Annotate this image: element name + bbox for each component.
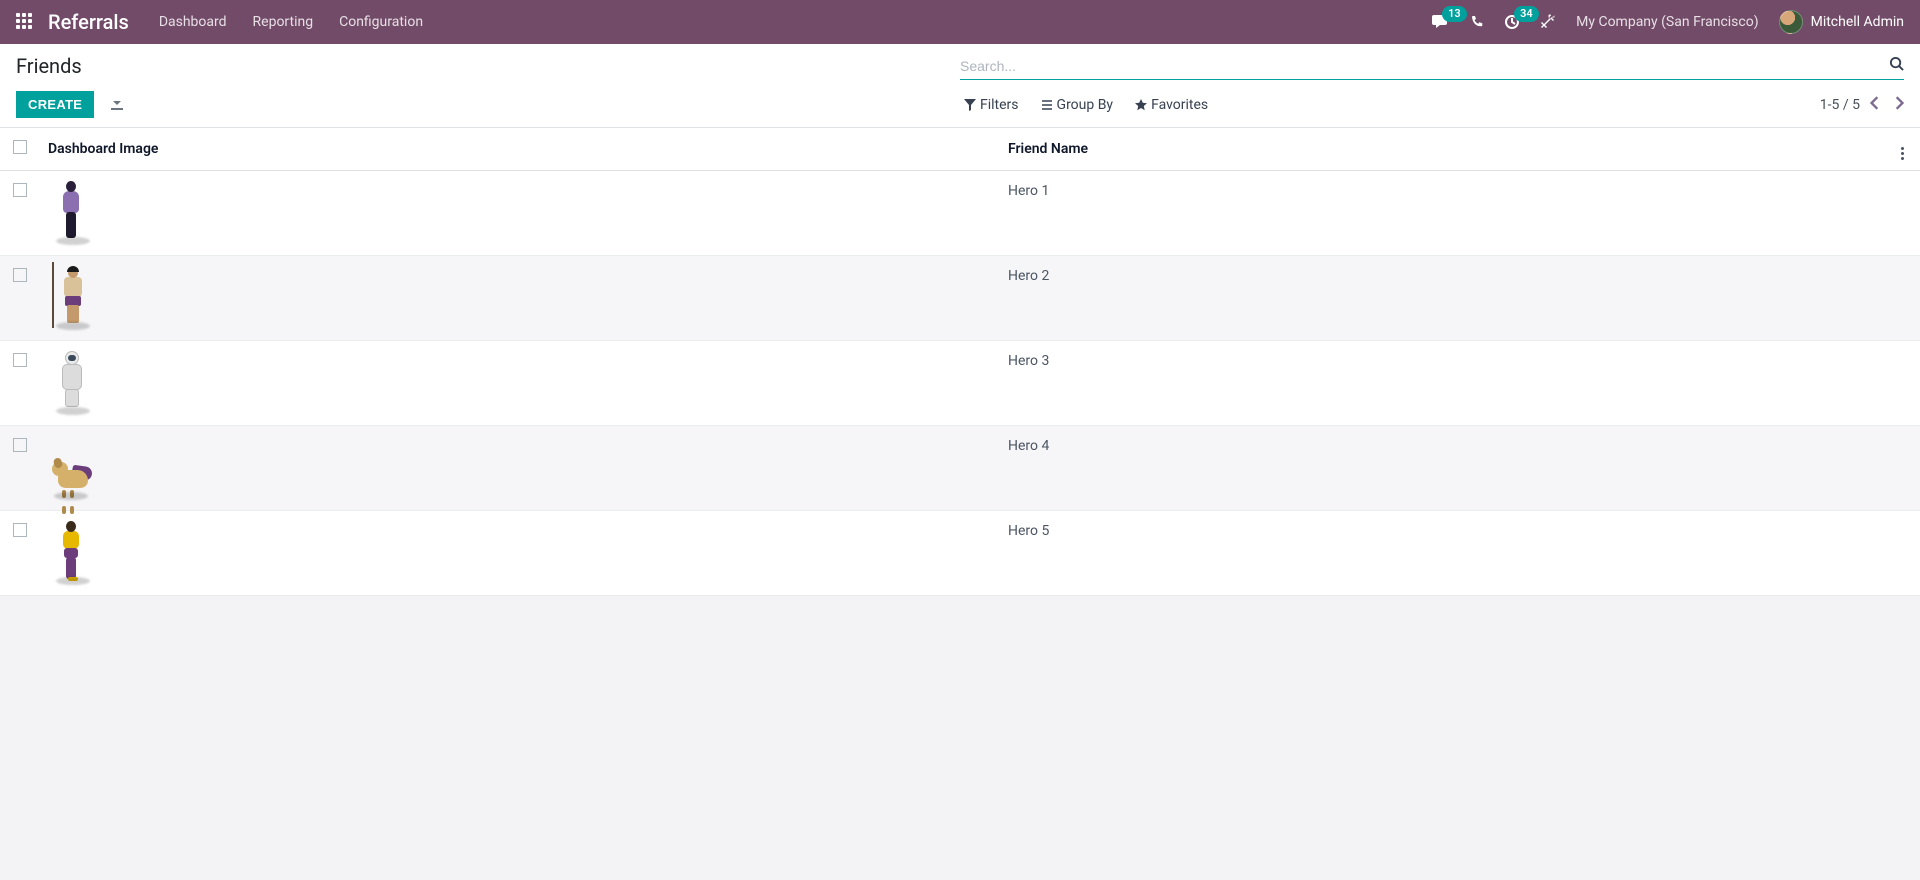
page-title: Friends [16, 54, 82, 78]
row-image-cell [40, 256, 1000, 341]
hero-figure [52, 458, 96, 498]
hero-figure [54, 349, 90, 413]
table-row[interactable]: Hero 2 [0, 256, 1920, 341]
friend-name: Hero 4 [1008, 434, 1876, 454]
favorites-label: Favorites [1151, 97, 1208, 113]
activities-badge: 34 [1514, 6, 1539, 22]
row-image-cell [40, 341, 1000, 426]
search-icon[interactable] [1881, 56, 1904, 75]
column-header-name[interactable]: Friend Name [1000, 128, 1884, 171]
search-input[interactable] [960, 58, 1881, 74]
export-button[interactable] [102, 90, 132, 119]
table-row[interactable]: Hero 1 [0, 171, 1920, 256]
table-row[interactable]: Hero 3 [0, 341, 1920, 426]
pager-next-icon[interactable] [1894, 96, 1904, 114]
menu-dashboard[interactable]: Dashboard [159, 14, 227, 30]
hero-figure [54, 179, 90, 243]
select-all-checkbox[interactable] [13, 140, 27, 154]
activities-icon[interactable]: 34 [1504, 14, 1520, 30]
menu-configuration[interactable]: Configuration [339, 14, 423, 30]
debug-icon[interactable] [1540, 14, 1556, 30]
row-image-cell [40, 171, 1000, 256]
pager-text[interactable]: 1-5 / 5 [1820, 97, 1860, 113]
avatar [1779, 10, 1803, 34]
favorites-button[interactable]: Favorites [1135, 97, 1208, 113]
friend-name: Hero 2 [1008, 264, 1876, 284]
columns-menu-icon[interactable] [1901, 147, 1904, 160]
menu-reporting[interactable]: Reporting [253, 14, 314, 30]
row-name-cell: Hero 2 [1000, 256, 1884, 341]
company-selector[interactable]: My Company (San Francisco) [1576, 14, 1758, 30]
main-menu: Dashboard Reporting Configuration [159, 14, 423, 30]
column-header-image[interactable]: Dashboard Image [40, 128, 1000, 171]
groupby-button[interactable]: Group By [1041, 97, 1114, 113]
row-checkbox[interactable] [13, 523, 27, 537]
control-panel: Friends CREATE Filters [0, 44, 1920, 128]
top-navbar: Referrals Dashboard Reporting Configurat… [0, 0, 1920, 44]
pager-prev-icon[interactable] [1870, 96, 1880, 114]
row-name-cell: Hero 4 [1000, 426, 1884, 511]
create-button[interactable]: CREATE [16, 91, 94, 118]
phone-icon[interactable] [1470, 15, 1484, 29]
friends-table: Dashboard Image Friend Name Hero 1 Hero 2… [0, 128, 1920, 596]
row-checkbox[interactable] [13, 438, 27, 452]
search-bar[interactable] [960, 52, 1904, 80]
table-row[interactable]: Hero 5 [0, 511, 1920, 596]
row-name-cell: Hero 3 [1000, 341, 1884, 426]
app-brand[interactable]: Referrals [48, 10, 129, 34]
user-name: Mitchell Admin [1811, 14, 1904, 30]
user-menu[interactable]: Mitchell Admin [1779, 10, 1904, 34]
hero-figure [54, 264, 90, 328]
pager: 1-5 / 5 [1820, 96, 1904, 114]
row-image-cell [40, 426, 1000, 511]
messages-badge: 13 [1442, 6, 1467, 22]
row-checkbox[interactable] [13, 183, 27, 197]
friend-name: Hero 3 [1008, 349, 1876, 369]
friend-name: Hero 5 [1008, 519, 1876, 539]
apps-icon[interactable] [16, 13, 34, 31]
filters-button[interactable]: Filters [964, 97, 1019, 113]
filters-label: Filters [980, 97, 1019, 113]
groupby-label: Group By [1057, 97, 1114, 113]
row-checkbox[interactable] [13, 353, 27, 367]
row-checkbox[interactable] [13, 268, 27, 282]
row-name-cell: Hero 5 [1000, 511, 1884, 596]
hero-figure [54, 519, 90, 583]
row-name-cell: Hero 1 [1000, 171, 1884, 256]
messages-icon[interactable]: 13 [1432, 14, 1450, 30]
row-image-cell [40, 511, 1000, 596]
table-row[interactable]: Hero 4 [0, 426, 1920, 511]
friend-name: Hero 1 [1008, 179, 1876, 199]
